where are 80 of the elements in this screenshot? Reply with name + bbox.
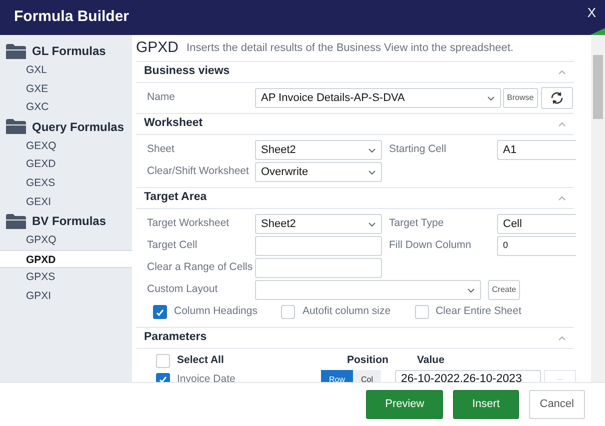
collapse-icon [558, 70, 566, 74]
column-header: Position [347, 352, 390, 368]
section-header[interactable]: Business views [136, 61, 574, 83]
caret-icon [368, 170, 376, 174]
dropdown-field[interactable]: Overwrite [255, 162, 382, 182]
footer-button[interactable]: Cancel [528, 390, 585, 419]
parameter-label: Invoice Date [177, 372, 236, 382]
collapse-icon [558, 122, 566, 126]
dropdown-field[interactable] [255, 280, 481, 300]
field-label: Clear/Shift Worksheet [147, 164, 250, 180]
input-field[interactable]: Cell [497, 214, 576, 234]
checkbox[interactable] [153, 305, 167, 319]
position-toggle[interactable]: Row [320, 370, 353, 382]
refresh-icon [548, 90, 565, 106]
sidebar-item[interactable]: GEXD [0, 155, 132, 174]
field-label: Sheet [147, 142, 176, 158]
caret-icon [487, 96, 495, 100]
dropdown-field[interactable]: Sheet2 [255, 140, 382, 160]
section-header[interactable]: Worksheet [136, 113, 574, 135]
select-all-label: Select All [177, 352, 225, 368]
field-label: Name [147, 90, 176, 106]
input-field[interactable] [255, 258, 382, 278]
dropdown-field[interactable]: AP Invoice Details-AP-S-DVA [255, 88, 501, 108]
check-icon [158, 375, 168, 382]
field-label: Target Cell [147, 238, 198, 254]
formula-description: Inserts the detail results of the Business View into the spreadsheet. [186, 40, 514, 56]
input-field[interactable] [255, 236, 382, 256]
group-label[interactable]: Query Formulas [32, 118, 124, 136]
refresh-button[interactable] [540, 87, 573, 109]
section-title: Business views [144, 64, 230, 80]
sidebar-item[interactable]: GXC [0, 98, 132, 117]
sidebar-item[interactable]: GPXQ [0, 231, 132, 250]
section-title: Worksheet [144, 116, 203, 132]
corner-triangle-icon [590, 28, 605, 35]
column-header: Value [417, 352, 444, 368]
input-field[interactable]: 0 [497, 236, 576, 256]
checkbox-label: Column Headings [174, 304, 258, 320]
group-label[interactable]: BV Formulas [32, 212, 106, 230]
window-title: Formula Builder [14, 7, 130, 28]
scrollbar[interactable] [591, 35, 605, 382]
field-label: Target Type [389, 216, 445, 232]
field-label: Custom Layout [147, 282, 219, 298]
folder-icon [6, 119, 26, 134]
input-field[interactable]: A1 [497, 140, 576, 160]
input-field[interactable]: 26-10-2022.26-10-2023 [395, 370, 541, 382]
collapse-icon [558, 336, 566, 340]
sidebar-item[interactable]: GPXI [0, 286, 132, 306]
footer-button[interactable]: Preview [366, 390, 444, 419]
folder-icon [6, 214, 26, 229]
field-label: Fill Down Column [389, 238, 472, 254]
sidebar-item[interactable]: GEXS [0, 174, 132, 193]
collapse-icon [558, 196, 566, 200]
browse-button[interactable]: Browse [503, 88, 538, 108]
section-header[interactable]: Parameters [136, 327, 574, 349]
sidebar-item[interactable]: GEXI [0, 192, 132, 212]
checkbox-label: Autofit column size [302, 304, 391, 320]
position-toggle[interactable]: Col [352, 370, 381, 382]
field-label: Target Worksheet [147, 216, 230, 232]
caret-icon [467, 288, 475, 292]
check-icon [155, 308, 165, 316]
section-title: Parameters [144, 330, 207, 346]
group-label[interactable]: GL Formulas [32, 42, 106, 60]
sidebar-item[interactable]: GEXQ [0, 136, 132, 156]
sidebar-item[interactable]: GPXD [0, 250, 132, 268]
create-button[interactable]: Create [488, 280, 520, 300]
formula-code: GPXD [136, 38, 179, 58]
dropdown-field[interactable]: Sheet2 [255, 214, 382, 234]
sidebar-item[interactable]: GXE [0, 80, 132, 98]
field-label: Clear a Range of Cells [147, 260, 254, 276]
close-button[interactable]: X [587, 3, 596, 22]
section-header[interactable]: Target Area [136, 187, 574, 209]
section-title: Target Area [144, 190, 207, 206]
sidebar-item[interactable]: GPXS [0, 268, 132, 287]
footer-button[interactable]: Insert [453, 390, 519, 419]
caret-icon [368, 148, 376, 152]
folder-icon [6, 44, 26, 58]
sidebar-item[interactable]: GXL [0, 61, 132, 80]
caret-icon [368, 222, 376, 226]
checkbox-label: Clear Entire Sheet [436, 304, 522, 320]
field-label: Starting Cell [389, 142, 448, 158]
